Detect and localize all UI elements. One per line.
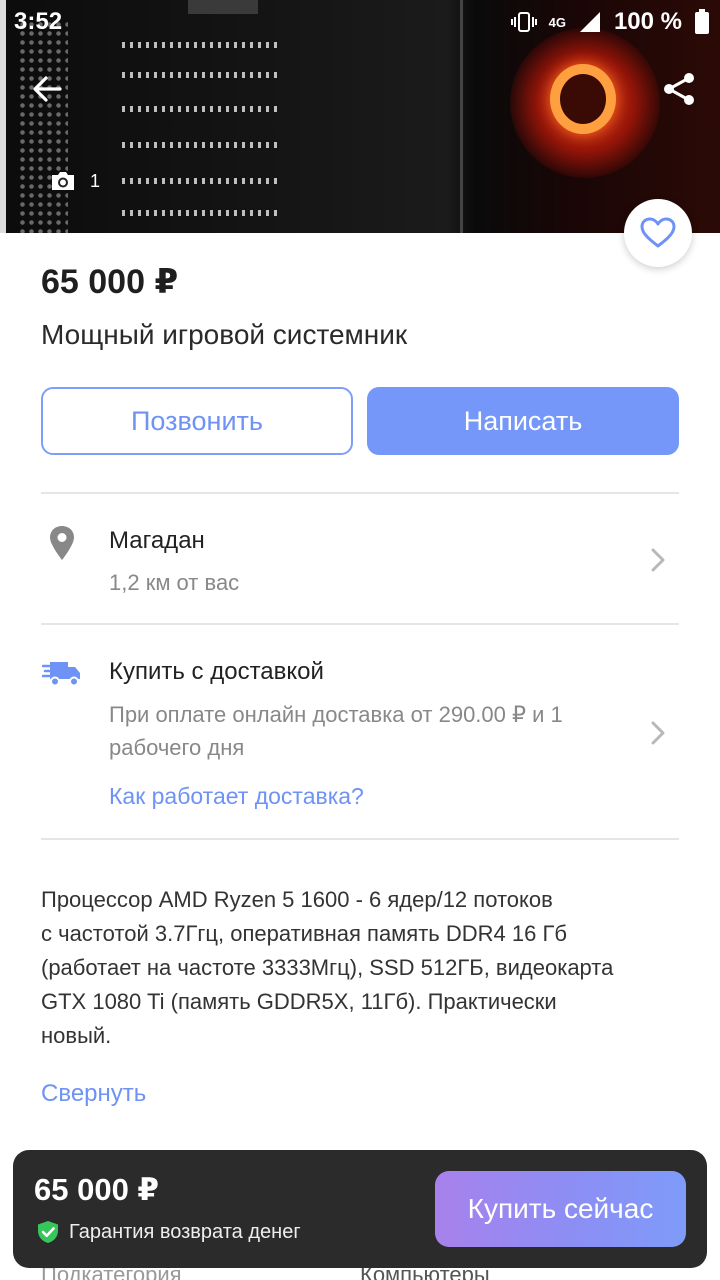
money-back-guarantee: Гарантия возврата денег [37, 1220, 301, 1244]
status-icons: 4G 100 % [510, 8, 710, 36]
photo-detail [550, 64, 616, 134]
chevron-right-icon [648, 718, 668, 748]
delivery-how-it-works-link[interactable]: Как работает доставка? [109, 783, 364, 810]
description-line: Процессор AMD Ryzen 5 1600 - 6 ядер/12 п… [41, 887, 553, 912]
description-line: с частотой 3.7Ггц, оперативная память DD… [41, 921, 567, 946]
vibrate-icon [510, 12, 537, 32]
guarantee-text: Гарантия возврата денег [69, 1220, 301, 1243]
favorite-button[interactable] [624, 199, 692, 267]
photo-detail [122, 72, 282, 78]
share-button[interactable] [654, 64, 704, 114]
photo-detail [122, 210, 282, 216]
buy-bar-price: 65 000 ₽ [34, 1172, 159, 1207]
photo-detail [18, 20, 68, 233]
listing-price: 65 000 ₽ [41, 263, 179, 301]
photo-detail [122, 106, 282, 112]
delivery-title: Купить с доставкой [109, 658, 324, 685]
photo-detail [122, 142, 282, 148]
call-button[interactable]: Позвонить [41, 387, 353, 455]
signal-icon [579, 12, 600, 32]
battery-percent: 100 % [613, 8, 682, 35]
buy-now-button[interactable]: Купить сейчас [435, 1171, 686, 1247]
photo-detail [122, 178, 282, 184]
camera-icon [52, 172, 74, 190]
photo-counter: 1 [50, 170, 100, 192]
buy-bar: 65 000 ₽ Гарантия возврата денег Купить … [13, 1150, 707, 1268]
listing-description: Процессор AMD Ryzen 5 1600 - 6 ядер/12 п… [41, 883, 681, 1053]
chevron-right-icon [648, 545, 668, 575]
delivery-info-line1: При оплате онлайн доставка от 290.00 ₽ и… [109, 702, 563, 727]
location-distance: 1,2 км от вас [109, 570, 240, 595]
listing-title: Мощный игровой системник [41, 319, 408, 350]
share-icon [664, 73, 694, 105]
delivery-truck-icon [42, 658, 82, 688]
battery-icon [695, 9, 709, 34]
shield-check-icon [38, 1221, 58, 1243]
divider [41, 623, 679, 625]
status-bar: 3:52 4G 100 % [0, 0, 720, 44]
location-pin-icon [46, 523, 78, 563]
write-button[interactable]: Написать [367, 387, 679, 455]
delivery-info-line2: рабочего дня [109, 735, 245, 760]
description-line: новый. [41, 1023, 112, 1048]
back-button[interactable] [22, 66, 72, 112]
heart-icon [640, 217, 676, 248]
divider [41, 838, 679, 840]
location-city: Магадан [109, 527, 205, 554]
description-line: GTX 1080 Ti (память GDDR5X, 11Гб). Практ… [41, 989, 557, 1014]
network-type: 4G [548, 14, 566, 30]
divider [41, 492, 679, 494]
collapse-description-link[interactable]: Свернуть [41, 1080, 146, 1108]
status-time: 3:52 [14, 8, 63, 35]
back-arrow-icon [33, 76, 62, 102]
description-line: (работает на частоте 3333Мгц), SSD 512ГБ… [41, 955, 614, 980]
photo-count-value: 1 [90, 170, 101, 191]
